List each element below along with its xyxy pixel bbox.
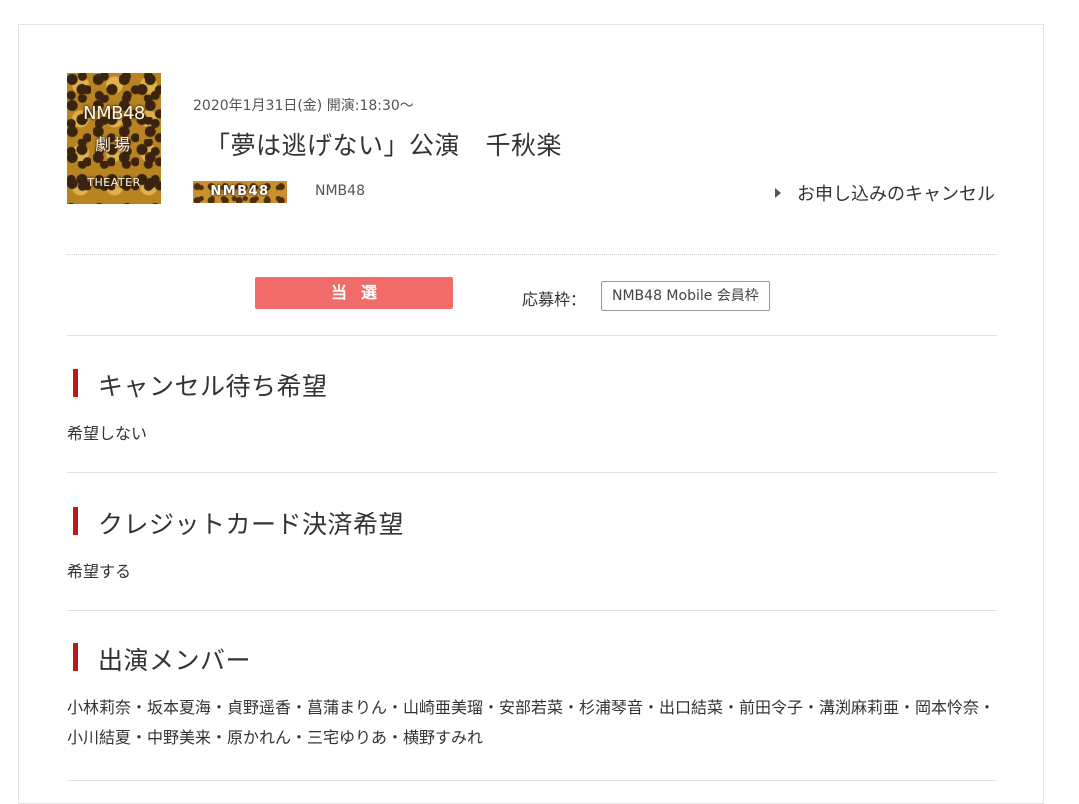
logo-line2: 劇場 xyxy=(94,135,133,154)
divider xyxy=(67,335,997,336)
cancel-link-label: お申し込みのキャンセル xyxy=(797,184,995,205)
logo-line1: NMB48 xyxy=(83,103,145,124)
frame-label: 応募枠： xyxy=(522,290,587,309)
divider xyxy=(67,472,997,473)
logo-line3: THEATER xyxy=(87,176,141,189)
section-heading-members: 出演メンバー xyxy=(73,641,251,677)
divider xyxy=(67,254,997,255)
section-value-members: 小林莉奈・坂本夏海・貞野遥香・菖蒲まりん・山崎亜美瑠・安部若菜・杉浦琴音・出口結… xyxy=(67,698,996,747)
group-badge: NMB48 xyxy=(193,181,287,203)
group-name: NMB48 xyxy=(315,183,365,199)
event-datetime: 2020年1月31日(金) 開演:18:30〜 xyxy=(193,98,414,114)
cancel-application-link[interactable]: お申し込みのキャンセル xyxy=(775,180,995,206)
triangle-right-icon xyxy=(775,188,781,198)
frame-value: NMB48 Mobile 会員枠 xyxy=(601,281,770,311)
application-card: NMB48 劇場 THEATER 2020年1月31日(金) 開演:18:30〜… xyxy=(18,24,1044,804)
section-heading-cancel-wait: キャンセル待ち希望 xyxy=(73,367,328,403)
section-value-credit-card: 希望する xyxy=(67,562,132,581)
section-heading-credit-card: クレジットカード決済希望 xyxy=(73,505,404,541)
divider xyxy=(67,610,997,611)
section-value-cancel-wait: 希望しない xyxy=(67,424,148,443)
event-title: 「夢は逃げない」公演 千秋楽 xyxy=(205,131,563,160)
divider xyxy=(67,780,997,781)
theater-logo: NMB48 劇場 THEATER xyxy=(67,73,161,204)
result-badge: 当選 xyxy=(255,277,453,309)
